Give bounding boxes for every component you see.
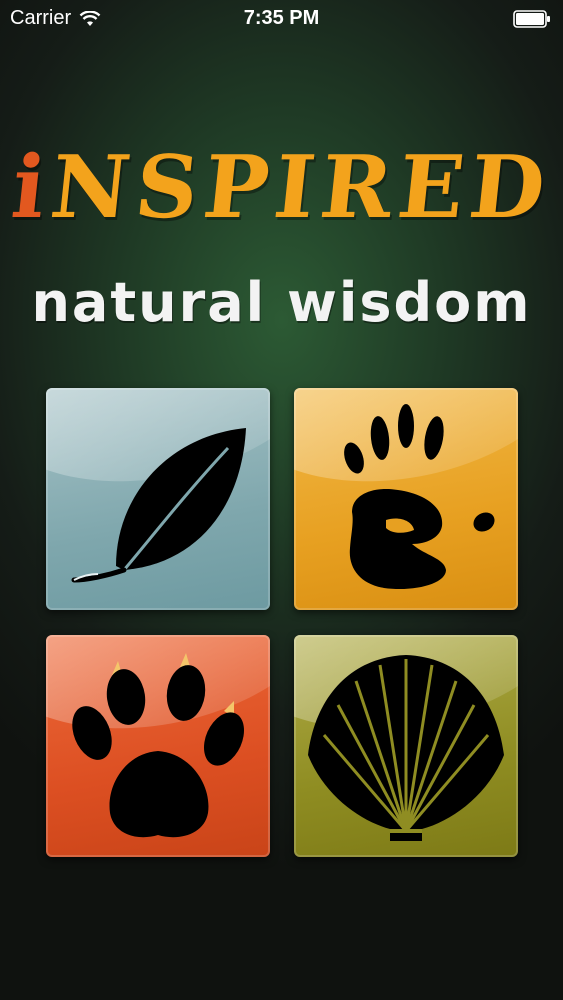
battery-icon bbox=[513, 10, 550, 28]
paw-print-icon bbox=[72, 653, 245, 838]
status-bar: Carrier 7:35 PM bbox=[0, 0, 563, 40]
app-title: iNSPIRED bbox=[0, 137, 563, 238]
app-subtitle: natural wisdom bbox=[31, 271, 532, 334]
leaf-tile-button[interactable] bbox=[46, 388, 270, 610]
status-time: 7:35 PM bbox=[243, 7, 320, 29]
paw-tile-button[interactable] bbox=[46, 635, 270, 857]
shell-tile-button[interactable] bbox=[294, 635, 518, 857]
category-grid bbox=[46, 388, 518, 858]
leaf-icon bbox=[71, 428, 246, 583]
hand-tile-button[interactable] bbox=[294, 388, 518, 610]
app-title-rest: NSPIRED bbox=[45, 137, 556, 238]
shell-icon bbox=[308, 655, 504, 841]
hand-print-icon bbox=[344, 404, 495, 590]
app-logo: iNSPIRED bbox=[0, 137, 563, 240]
